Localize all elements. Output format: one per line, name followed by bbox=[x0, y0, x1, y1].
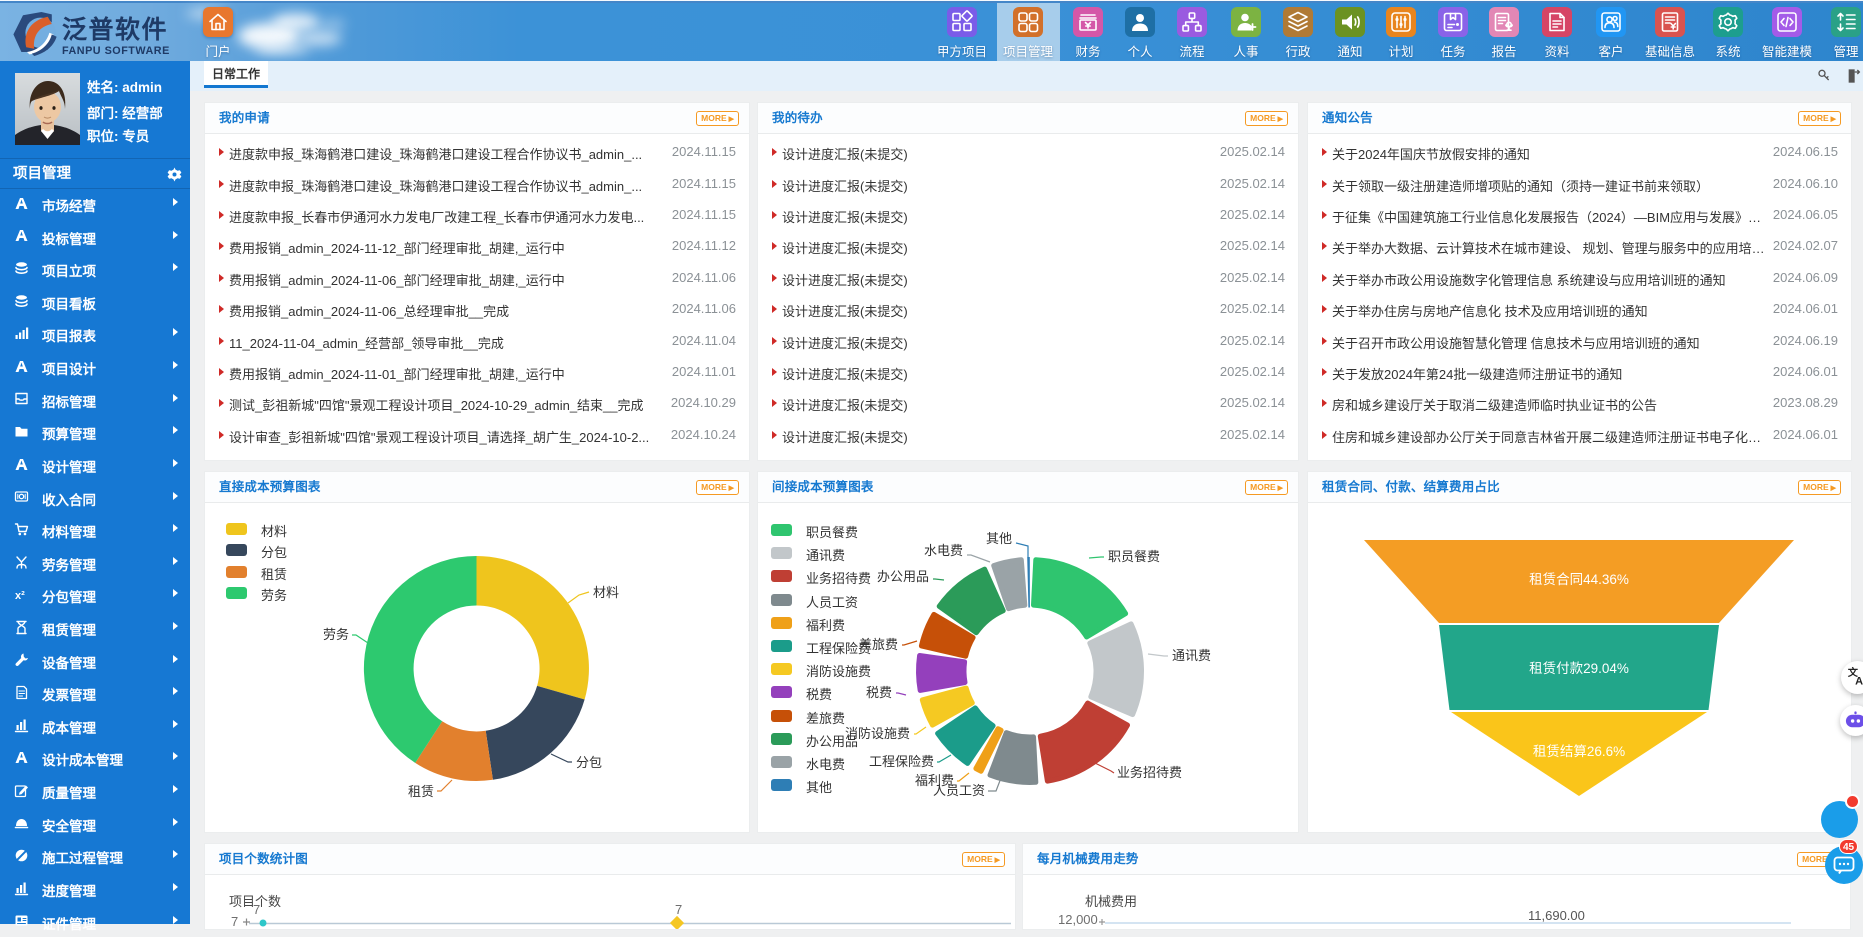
svg-text:x²: x² bbox=[15, 590, 25, 602]
svg-text:FANPU SOFTWARE: FANPU SOFTWARE bbox=[62, 45, 170, 57]
svg-text:劳务: 劳务 bbox=[323, 627, 349, 642]
svg-text:通讯费: 通讯费 bbox=[1172, 648, 1211, 663]
svg-text:租赁: 租赁 bbox=[408, 784, 434, 799]
svg-text:材料: 材料 bbox=[593, 585, 619, 600]
svg-text:职员餐费: 职员餐费 bbox=[1108, 549, 1160, 564]
svg-text:办公用品: 办公用品 bbox=[877, 569, 929, 584]
svg-text:A: A bbox=[1855, 675, 1863, 687]
svg-text:工程保险费: 工程保险费 bbox=[869, 754, 934, 769]
svg-text:水电费: 水电费 bbox=[924, 543, 963, 558]
svg-text:差旅费: 差旅费 bbox=[859, 637, 898, 652]
svg-text:消防设施费: 消防设施费 bbox=[845, 726, 910, 741]
svg-text:福利费: 福利费 bbox=[915, 773, 954, 788]
svg-text:分包: 分包 bbox=[576, 755, 602, 770]
svg-text:业务招待费: 业务招待费 bbox=[1117, 765, 1182, 780]
svg-text:租赁付款29.04%: 租赁付款29.04% bbox=[1529, 661, 1629, 676]
svg-text:泛普软件: 泛普软件 bbox=[62, 15, 168, 44]
svg-text:租赁结算26.6%: 租赁结算26.6% bbox=[1533, 744, 1625, 759]
svg-text:租赁合同44.36%: 租赁合同44.36% bbox=[1529, 572, 1629, 587]
svg-text:其他: 其他 bbox=[986, 531, 1012, 546]
svg-text:税费: 税费 bbox=[866, 685, 892, 700]
